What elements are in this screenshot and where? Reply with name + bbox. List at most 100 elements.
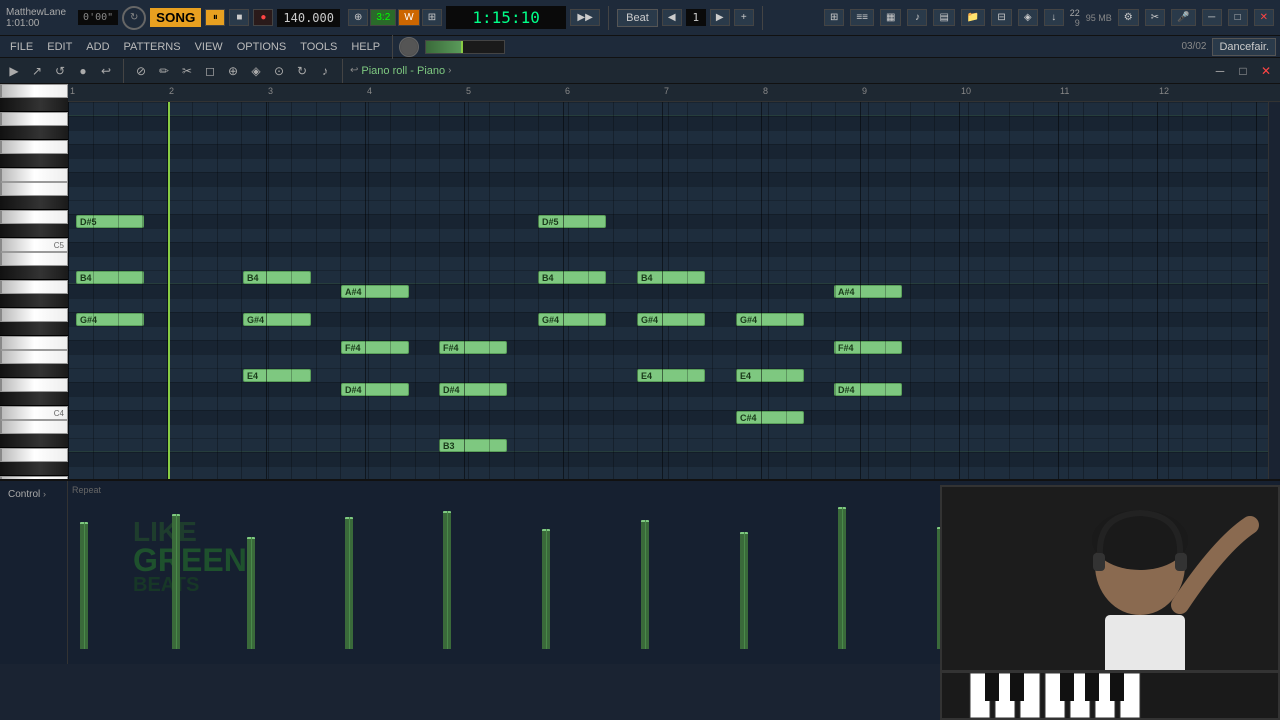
piano-key-G3[interactable] <box>0 476 68 479</box>
maximize-btn[interactable]: □ <box>1228 9 1248 26</box>
piano-key-A4[interactable] <box>0 280 68 294</box>
menu-options[interactable]: OPTIONS <box>231 39 293 55</box>
note-B3[interactable]: B3 <box>439 439 507 452</box>
zoom-tool[interactable]: ⊙ <box>269 61 289 81</box>
note-Ds5[interactable]: D#5 <box>76 215 144 228</box>
note-As4[interactable]: A#4 <box>341 285 409 298</box>
piano-key-E4[interactable] <box>0 350 68 364</box>
pencil-tool[interactable]: ✏ <box>154 61 174 81</box>
scroll-right[interactable] <box>1268 102 1280 479</box>
piano-key-E5[interactable] <box>0 182 68 196</box>
note-Gs4[interactable]: G#4 <box>76 313 144 326</box>
pattern-icon[interactable]: 3:2 <box>370 9 396 26</box>
piano-key-A#3[interactable] <box>0 434 68 448</box>
note-E4[interactable]: E4 <box>736 369 804 382</box>
note-Gs4[interactable]: G#4 <box>538 313 606 326</box>
note-Ds4[interactable]: D#4 <box>834 383 902 396</box>
piano-key-F5[interactable] <box>0 168 68 182</box>
piano-key-B5[interactable] <box>0 84 68 98</box>
browser-icon[interactable]: 📁 <box>961 9 985 26</box>
note-E4[interactable]: E4 <box>243 369 311 382</box>
piano-key-C4[interactable]: C4 <box>0 406 68 420</box>
note-Fs4[interactable]: F#4 <box>834 341 902 354</box>
beat-next[interactable]: ▶ <box>710 9 730 26</box>
note-grid[interactable]: D#5D#5B4B4B4B4A#4A#4G#4G#4G#4G#4G#4F#4F#… <box>68 102 1268 479</box>
step-seq-icon[interactable]: ▤ <box>933 9 954 26</box>
magnet-tool[interactable]: ⊘ <box>131 61 151 81</box>
cpu-icon[interactable]: ↓ <box>1044 9 1064 26</box>
piano-key-F#5[interactable] <box>0 154 68 168</box>
select-tool[interactable]: ◈ <box>246 61 266 81</box>
piano-key-C#5[interactable] <box>0 224 68 238</box>
piano-key-A#4[interactable] <box>0 266 68 280</box>
pr-maximize[interactable]: □ <box>1233 61 1253 81</box>
piano-key-C5[interactable]: C5 <box>0 238 68 252</box>
piano-key-A5[interactable] <box>0 112 68 126</box>
note-Gs4[interactable]: G#4 <box>736 313 804 326</box>
piano-key-D4[interactable] <box>0 378 68 392</box>
note-As4[interactable]: A#4 <box>834 285 902 298</box>
piano-key-B4[interactable] <box>0 252 68 266</box>
menu-help[interactable]: HELP <box>345 39 386 55</box>
piano-key-G#5[interactable] <box>0 126 68 140</box>
volume-slider[interactable] <box>425 40 505 54</box>
note-Fs4[interactable]: F#4 <box>341 341 409 354</box>
piano-icon[interactable]: ♪ <box>907 9 927 26</box>
note-E4[interactable]: E4 <box>637 369 705 382</box>
menu-file[interactable]: FILE <box>4 39 39 55</box>
loop-tool[interactable]: ↺ <box>50 61 70 81</box>
note-Gs4[interactable]: G#4 <box>637 313 705 326</box>
menu-edit[interactable]: EDIT <box>41 39 78 55</box>
note-Ds4[interactable]: D#4 <box>341 383 409 396</box>
menu-view[interactable]: VIEW <box>189 39 229 55</box>
piano-key-D5[interactable] <box>0 210 68 224</box>
mixer-btn[interactable]: ≡≡ <box>850 9 874 26</box>
piano-key-B3[interactable] <box>0 420 68 434</box>
loop2-tool[interactable]: ↻ <box>292 61 312 81</box>
note-Ds4[interactable]: D#4 <box>439 383 507 396</box>
note-Fs4[interactable]: F#4 <box>439 341 507 354</box>
note-Gs4[interactable]: G#4 <box>243 313 311 326</box>
piano-key-G5[interactable] <box>0 140 68 154</box>
mixer-icon[interactable]: W <box>398 9 419 26</box>
brush-tool[interactable]: ✂ <box>177 61 197 81</box>
stop-button[interactable]: ■ <box>229 9 249 26</box>
pattern-menu-icon[interactable]: ⊞ <box>824 9 844 26</box>
snap-icon[interactable]: ⊕ <box>348 9 368 26</box>
mic-icon[interactable]: 🎤 <box>1171 9 1195 26</box>
menu-add[interactable]: ADD <box>80 39 115 55</box>
menu-patterns[interactable]: PATTERNS <box>118 39 187 55</box>
close-btn[interactable]: ✕ <box>1254 9 1274 26</box>
eq-icon[interactable]: ⊞ <box>422 9 442 26</box>
record2-icon[interactable]: ✂ <box>1145 9 1165 26</box>
pr-minimize[interactable]: ─ <box>1210 61 1230 81</box>
beat-add[interactable]: + <box>734 9 754 26</box>
note-B4[interactable]: B4 <box>76 271 144 284</box>
piano-key-G#3[interactable] <box>0 462 68 476</box>
waveform-icon[interactable]: ▶▶ <box>570 9 600 26</box>
midi-icon[interactable]: ◈ <box>1018 9 1038 26</box>
pause-button[interactable]: ⏸ <box>205 9 225 26</box>
note-Ds5[interactable]: D#5 <box>538 215 606 228</box>
volume-knob[interactable] <box>399 37 419 57</box>
metronome-icon[interactable]: ↻ <box>122 6 146 30</box>
undo-tool[interactable]: ↩ <box>96 61 116 81</box>
note-Cs4[interactable]: C#4 <box>736 411 804 424</box>
channel-rack-icon[interactable]: ▦ <box>880 9 901 26</box>
note-B4[interactable]: B4 <box>637 271 705 284</box>
eraser-tool[interactable]: ◻ <box>200 61 220 81</box>
piano-key-G#4[interactable] <box>0 294 68 308</box>
piano-key-D#4[interactable] <box>0 364 68 378</box>
note-B4[interactable]: B4 <box>538 271 606 284</box>
piano-key-A#5[interactable] <box>0 98 68 112</box>
play-tool[interactable]: ▶ <box>4 61 24 81</box>
piano-key-D#5[interactable] <box>0 196 68 210</box>
song-button[interactable]: SONG <box>150 8 201 27</box>
beat-button[interactable]: Beat <box>617 9 658 27</box>
minimize-btn[interactable]: ─ <box>1202 9 1222 26</box>
speaker-tool[interactable]: ♪ <box>315 61 335 81</box>
pr-close[interactable]: ✕ <box>1256 61 1276 81</box>
settings-icon[interactable]: ⚙ <box>1118 9 1139 26</box>
record-button[interactable]: ● <box>253 9 273 26</box>
menu-tools[interactable]: TOOLS <box>294 39 343 55</box>
